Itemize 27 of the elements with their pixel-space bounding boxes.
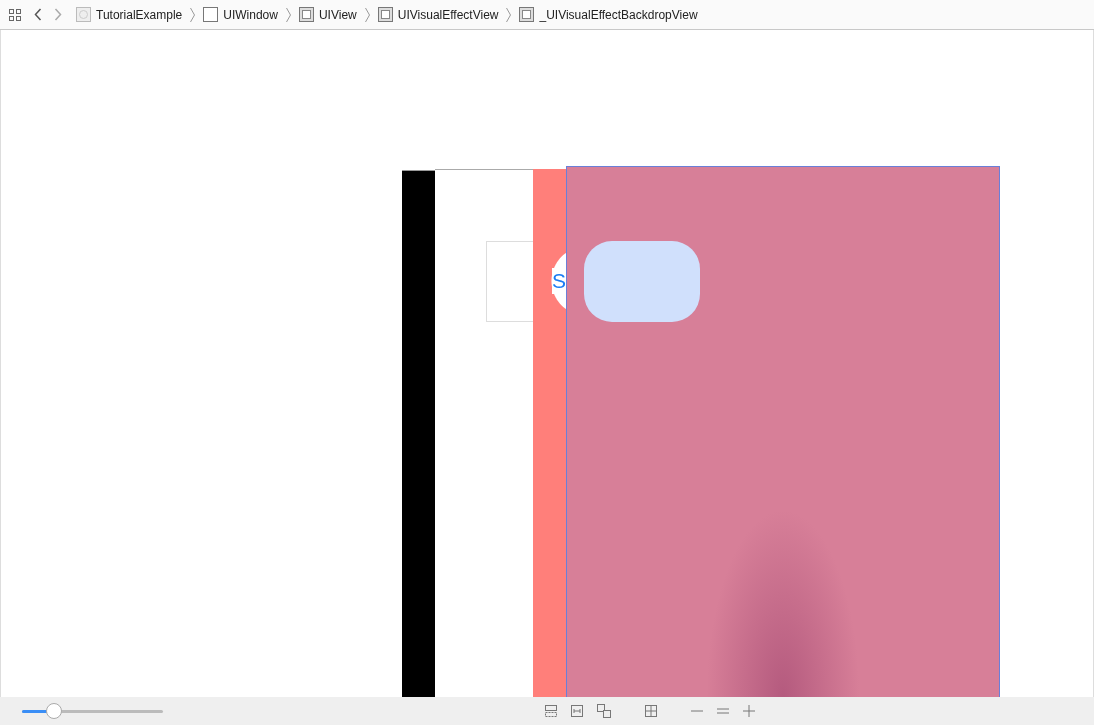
window-icon: [203, 7, 219, 22]
chevron-icon: [364, 6, 370, 23]
breadcrumb-item[interactable]: TutorialExample: [74, 7, 185, 22]
forward-icon[interactable]: [54, 8, 62, 21]
breadcrumb-item[interactable]: UIView: [296, 7, 359, 22]
chevron-icon: [285, 6, 291, 23]
view-icon: [377, 7, 393, 22]
app-icon: [76, 7, 91, 22]
clip-icon[interactable]: [544, 704, 558, 718]
view-icon: [298, 7, 314, 22]
breadcrumb-item[interactable]: _UIVisualEffectBackdropView: [517, 7, 700, 22]
chevron-icon: [506, 6, 512, 23]
back-icon[interactable]: [34, 8, 42, 21]
breadcrumb-item[interactable]: UIVisualEffectView: [375, 7, 501, 22]
grid-icon[interactable]: [8, 7, 22, 22]
layers-icon[interactable]: [596, 703, 612, 719]
blur-layer[interactable]: [566, 166, 1000, 697]
plus-icon[interactable]: [742, 704, 756, 718]
button-label: S: [552, 268, 566, 294]
breadcrumb-item[interactable]: UIWindow: [201, 7, 280, 22]
chevron-icon: [190, 6, 196, 23]
grid-icon[interactable]: [644, 704, 658, 718]
spacing-slider[interactable]: [22, 703, 163, 719]
backdrop-layer[interactable]: [584, 241, 700, 322]
view-icon: [519, 7, 535, 22]
view-layer[interactable]: S: [533, 169, 566, 697]
frame-icon[interactable]: [570, 704, 584, 718]
